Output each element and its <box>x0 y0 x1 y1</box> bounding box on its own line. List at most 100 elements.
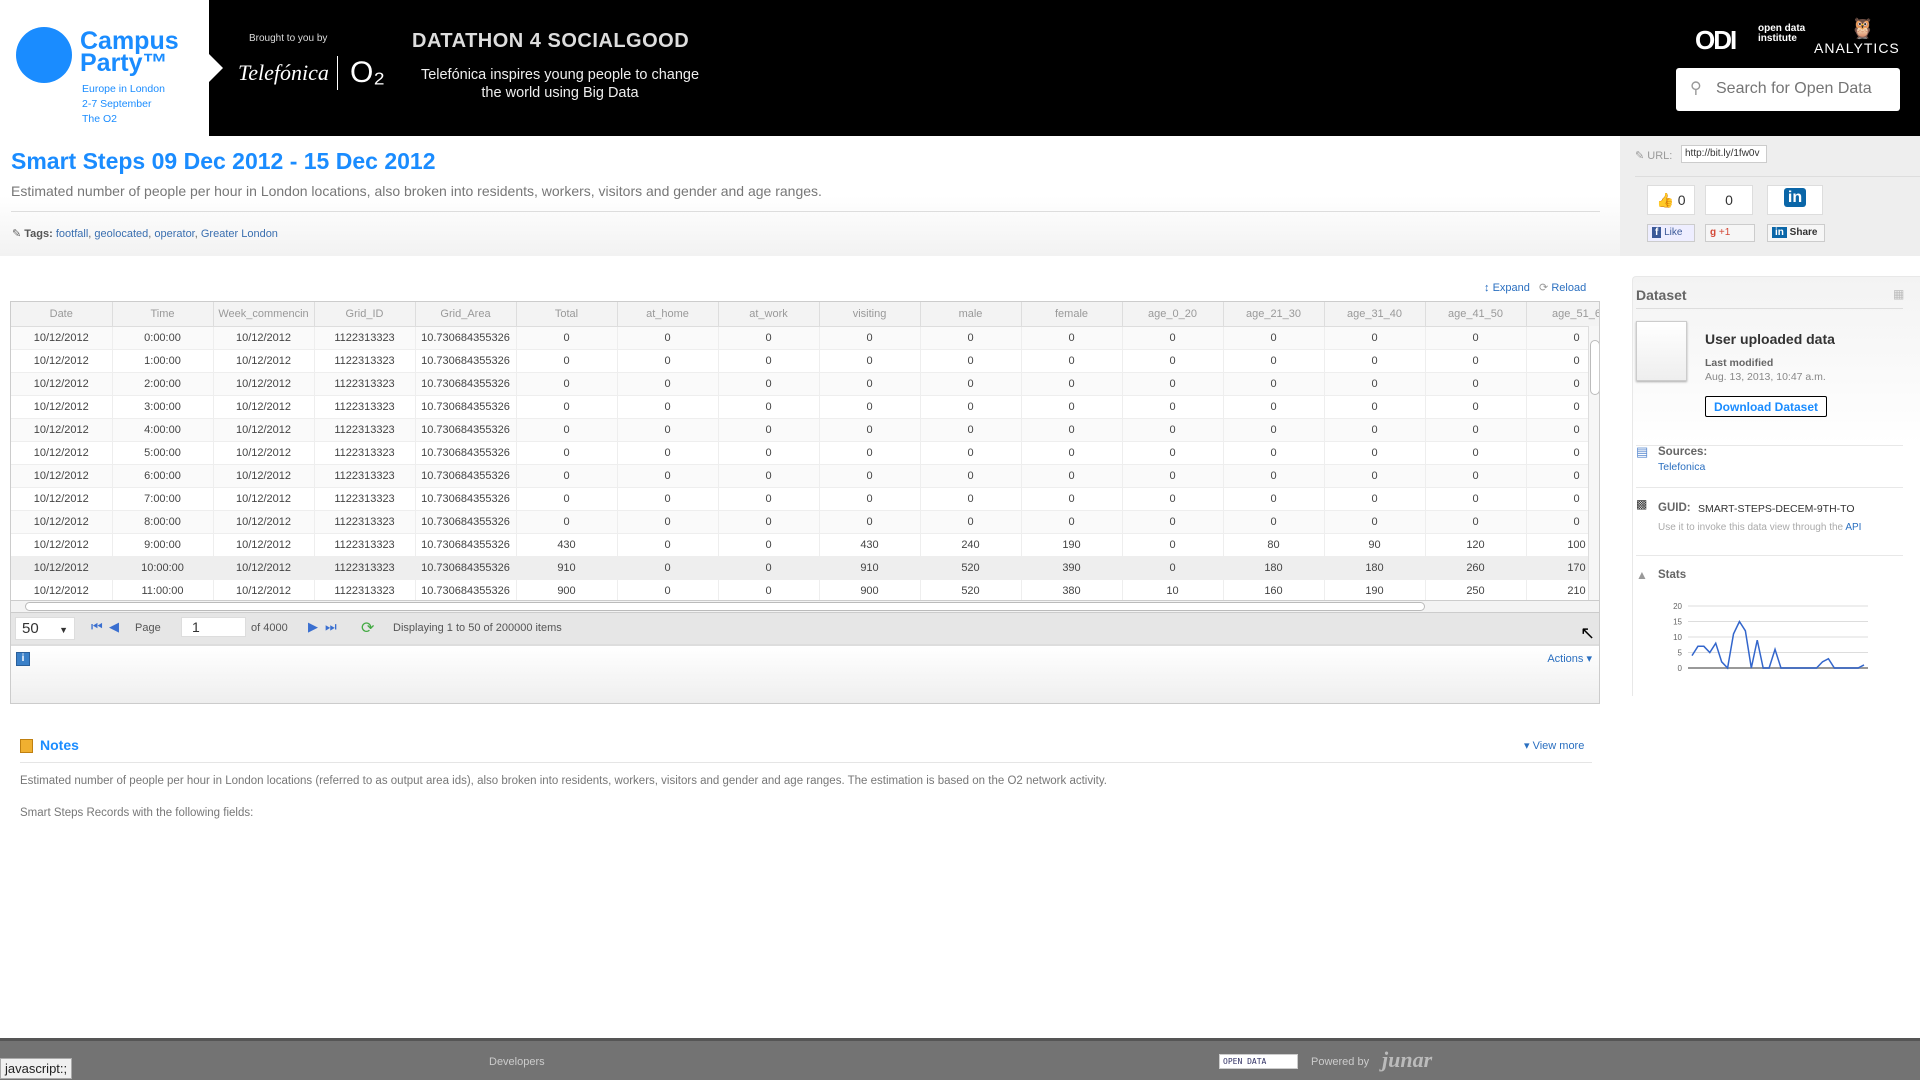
actions-menu[interactable]: Actions ▾ <box>1547 652 1592 665</box>
table-cell: 0 <box>1223 441 1325 465</box>
table-row[interactable]: 10/12/2012 8:00:00 10/12/2012 1122313323 10.… <box>11 510 1599 534</box>
guid-value: SMART-STEPS-DECEM-9TH-TO <box>1698 503 1855 515</box>
tag-link[interactable]: operator <box>154 228 194 240</box>
tag-link[interactable]: footfall <box>56 228 88 240</box>
url-label: ✎ URL: <box>1635 150 1673 162</box>
column-header[interactable]: age_0_20 <box>1122 302 1224 327</box>
data-grid: Date Time Week_commencin Grid_ID Grid_Area To… <box>10 301 1600 704</box>
column-header[interactable]: at_home <box>617 302 719 327</box>
divider <box>1636 555 1903 556</box>
reload-button[interactable]: ⟳ Reload <box>1539 282 1586 294</box>
table-row[interactable]: 10/12/2012 7:00:00 10/12/2012 1122313323 10.… <box>11 487 1599 511</box>
table-cell: 10/12/2012 <box>11 464 113 488</box>
table-cell: 0 <box>1425 326 1527 350</box>
table-cell: 10.730684355326 <box>415 418 517 442</box>
column-header[interactable]: age_51_6 <box>1526 302 1599 327</box>
column-header[interactable]: Week_commencin <box>213 302 315 327</box>
table-cell: 0 <box>920 510 1022 534</box>
scroll-thumb[interactable] <box>1590 340 1599 395</box>
table-cell: 0 <box>617 441 719 465</box>
stats-icon: ▲ <box>1636 568 1648 582</box>
column-header[interactable]: Total <box>516 302 618 327</box>
source-link[interactable]: Telefonica <box>1658 461 1705 473</box>
table-cell: 0 <box>1425 441 1527 465</box>
tag-link[interactable]: geolocated <box>94 228 148 240</box>
search-input[interactable] <box>1716 76 1891 102</box>
gplus-button[interactable]: g +1 <box>1705 224 1755 242</box>
table-row[interactable]: 10/12/2012 3:00:00 10/12/2012 1122313323 10.… <box>11 395 1599 419</box>
short-url-field[interactable]: http://bit.ly/1fw0v <box>1681 145 1767 163</box>
column-header[interactable]: Grid_ID <box>314 302 416 327</box>
vertical-scrollbar[interactable] <box>1588 326 1599 601</box>
table-row[interactable]: 10/12/2012 11:00:00 10/12/2012 1122313323 10… <box>11 579 1599 603</box>
info-icon[interactable]: i <box>16 652 30 666</box>
actions-label: Actions <box>1547 653 1584 665</box>
next-page-icon[interactable]: ▶ <box>308 619 318 635</box>
expand-button[interactable]: ↕ Expand <box>1484 282 1530 294</box>
odi-logo[interactable]: ODI <box>1695 25 1737 56</box>
table-cell: 190 <box>1324 579 1426 603</box>
last-page-icon[interactable]: ⏭ <box>325 619 337 635</box>
embed-icon[interactable]: ▦ <box>1893 287 1904 301</box>
column-header[interactable]: Date <box>11 302 113 327</box>
column-header[interactable]: at_work <box>718 302 820 327</box>
table-row[interactable]: 10/12/2012 0:00:00 10/12/2012 1122313323 10.… <box>11 326 1599 350</box>
analytics-logo[interactable]: ANALYTICS <box>1814 40 1900 56</box>
page-input[interactable]: 1 <box>181 617 246 637</box>
table-row[interactable]: 10/12/2012 5:00:00 10/12/2012 1122313323 10.… <box>11 441 1599 465</box>
sources-icon: ▤ <box>1636 444 1649 459</box>
column-header[interactable]: age_31_40 <box>1324 302 1426 327</box>
linkedin-share-button[interactable]: in Share <box>1767 224 1825 242</box>
column-header[interactable]: male <box>920 302 1022 327</box>
table-cell: 80 <box>1223 533 1325 557</box>
table-cell: 0 <box>617 395 719 419</box>
fb-like-label: Like <box>1664 227 1683 238</box>
table-cell: 1122313323 <box>314 487 416 511</box>
fb-like-button[interactable]: f Like <box>1647 224 1695 242</box>
campus-party-details: Europe in London 2-7 September The O2 <box>82 82 192 127</box>
table-cell: 0 <box>617 349 719 373</box>
table-row[interactable]: 10/12/2012 1:00:00 10/12/2012 1122313323 10.… <box>11 349 1599 373</box>
table-row[interactable]: 10/12/2012 9:00:00 10/12/2012 1122313323 10.… <box>11 533 1599 557</box>
table-row[interactable]: 10/12/2012 4:00:00 10/12/2012 1122313323 10.… <box>11 418 1599 442</box>
search-box[interactable]: ⚲ <box>1676 68 1900 111</box>
table-row[interactable]: 10/12/2012 2:00:00 10/12/2012 1122313323 10.… <box>11 372 1599 396</box>
table-row[interactable]: 10/12/2012 6:00:00 10/12/2012 1122313323 10.… <box>11 464 1599 488</box>
table-cell: 10/12/2012 <box>213 510 315 534</box>
prev-page-icon[interactable]: ◀ <box>109 619 119 635</box>
campus-party-logo[interactable]: Campus Party™ Europe in London 2-7 Septe… <box>0 0 209 136</box>
table-cell: 0 <box>617 418 719 442</box>
column-header[interactable]: female <box>1021 302 1123 327</box>
download-dataset-button[interactable]: Download Dataset <box>1705 396 1827 417</box>
table-cell: 0 <box>1425 349 1527 373</box>
column-header[interactable]: Time <box>112 302 214 327</box>
guid-hint: Use it to invoke this data view through … <box>1658 522 1861 533</box>
column-header[interactable]: visiting <box>819 302 921 327</box>
table-cell: 0 <box>1021 441 1123 465</box>
page-size-select[interactable]: 50 ▼ <box>15 617 75 640</box>
reload-label: Reload <box>1551 282 1587 294</box>
table-cell: 430 <box>516 533 618 557</box>
table-cell: 0 <box>617 464 719 488</box>
column-header[interactable]: age_21_30 <box>1223 302 1325 327</box>
table-cell: 180 <box>1324 556 1426 580</box>
api-link[interactable]: API <box>1845 522 1861 533</box>
first-page-icon[interactable]: ⏮ <box>91 619 103 635</box>
table-cell: 0 <box>1324 487 1426 511</box>
column-header[interactable]: age_41_50 <box>1425 302 1527 327</box>
reload-icon: ⟳ <box>1539 282 1549 294</box>
horizontal-scrollbar[interactable] <box>11 600 1599 612</box>
junar-logo[interactable]: junar <box>1382 1047 1432 1073</box>
tag-link[interactable]: Greater London <box>201 228 278 240</box>
table-cell: 0 <box>718 326 820 350</box>
table-cell: 0 <box>516 326 618 350</box>
column-header[interactable]: Grid_Area <box>415 302 517 327</box>
view-more-link[interactable]: ▾ View more <box>1524 739 1584 752</box>
table-cell: 0 <box>1122 441 1224 465</box>
refresh-icon[interactable]: ⟳ <box>361 618 374 638</box>
developers-link[interactable]: Developers <box>489 1056 545 1068</box>
event-title: DATATHON 4 SOCIALGOOD <box>412 30 690 52</box>
scroll-thumb[interactable] <box>25 602 1425 611</box>
table-row[interactable]: 10/12/2012 10:00:00 10/12/2012 1122313323 10… <box>11 556 1599 580</box>
open-data-badge[interactable]: OPEN DATA <box>1219 1054 1298 1069</box>
